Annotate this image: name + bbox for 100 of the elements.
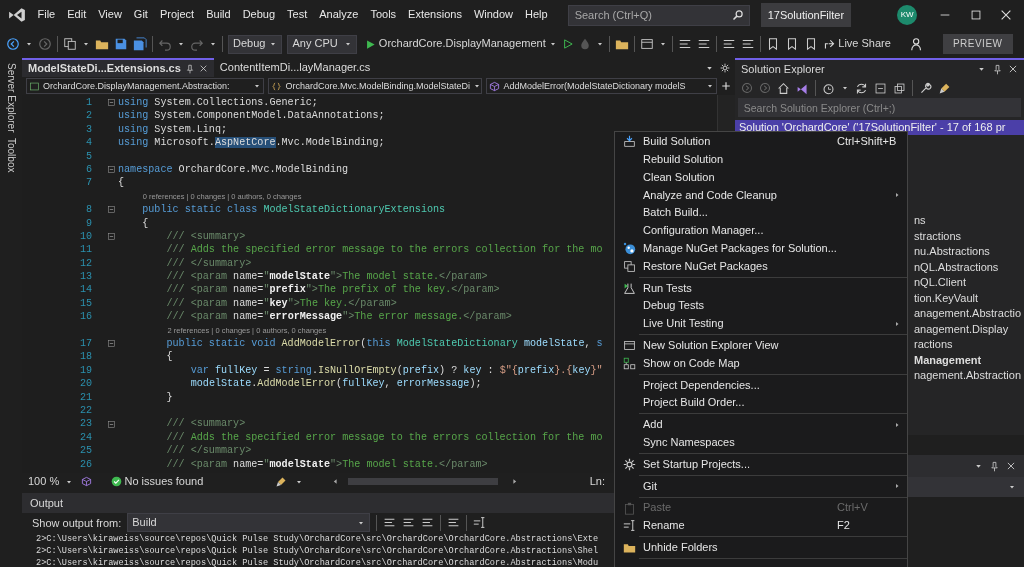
collapse-icon[interactable] (874, 81, 887, 95)
menu-item[interactable]: Build Solution Ctrl+Shift+B (615, 133, 907, 151)
menu-item[interactable]: Rename F2 (615, 516, 907, 535)
collapse-icon[interactable] (107, 205, 116, 215)
menu-item[interactable]: Edit (61, 6, 93, 24)
undo-icon[interactable] (158, 37, 172, 51)
menu-item[interactable]: Analyze (313, 6, 365, 24)
collapse-icon[interactable] (107, 98, 116, 108)
menu-item[interactable]: Project Build Order... (615, 394, 907, 412)
maximize-icon[interactable] (968, 8, 983, 22)
editor-tab[interactable]: ContentItemDi...layManager.cs (213, 58, 377, 77)
navigation-dropdown[interactable]: OrchardCore.DisplayManagement.Abstraction: (26, 78, 265, 94)
menu-item[interactable]: Git (127, 6, 154, 24)
tree-item[interactable]: nu.Abstractions (914, 245, 990, 257)
pin-icon[interactable] (991, 63, 1003, 75)
side-tab[interactable]: Toolbox (3, 135, 19, 176)
menu-item[interactable]: Unhide Folders (615, 538, 907, 557)
lines-icon[interactable] (721, 37, 736, 51)
search-field[interactable]: Search (Ctrl+Q) (567, 4, 750, 26)
pin-icon[interactable] (989, 460, 1000, 472)
search-icon[interactable] (731, 8, 744, 21)
issues-status[interactable]: No issues found (124, 473, 204, 490)
pin-icon[interactable] (184, 63, 195, 74)
tree-item[interactable]: tion.KeyVault (914, 291, 978, 304)
collapse-icon[interactable] (107, 419, 116, 429)
stacked-pages-icon[interactable] (63, 37, 77, 51)
split-icon[interactable] (721, 81, 731, 91)
configuration-dropdown[interactable]: Debug (228, 34, 283, 54)
redo-icon[interactable] (190, 37, 204, 51)
menu-item[interactable]: Set Startup Projects... (615, 455, 907, 474)
tree-item[interactable]: nQL.Client (914, 276, 966, 288)
menu-item[interactable]: Show on Code Map (615, 354, 907, 373)
home-icon[interactable] (777, 81, 790, 95)
lines-icon[interactable] (740, 37, 755, 51)
menu-item[interactable]: Clean Solution (615, 168, 907, 187)
clock-icon[interactable] (822, 81, 835, 95)
menu-item[interactable]: Help (519, 6, 554, 24)
tree-item[interactable]: Management (914, 353, 982, 366)
save-all-icon[interactable] (133, 37, 147, 51)
menu-item[interactable]: Sync Namespaces (615, 433, 907, 452)
window-icon[interactable] (639, 37, 654, 51)
menu-item[interactable]: Analyze and Code Cleanup (615, 186, 907, 205)
lines-icon[interactable] (677, 37, 692, 51)
menu-item[interactable]: Batch Build... (615, 204, 907, 222)
menu-item[interactable]: Manage NuGet Packages for Solution... (615, 239, 907, 258)
lines-icon[interactable] (696, 37, 711, 51)
close-icon[interactable] (198, 64, 208, 73)
search-field[interactable]: Search Solution Explorer (Ctrl+;) (737, 98, 1022, 117)
navigation-dropdown[interactable]: OrchardCore.Mvc.ModelBinding.ModelStateDi (268, 78, 483, 94)
sync-icon[interactable] (855, 81, 868, 95)
menu-item[interactable]: View (92, 6, 128, 24)
tree-item[interactable]: ractions (914, 338, 953, 350)
collapse-icon[interactable] (107, 339, 116, 349)
zoom-dropdown[interactable]: 100 % (28, 474, 73, 489)
start-button[interactable]: OrchardCore.DisplayManagement (365, 37, 557, 51)
preview-button[interactable]: PREVIEW (942, 34, 1013, 54)
avatar[interactable]: KW (897, 5, 918, 25)
menu-item[interactable]: Project (153, 6, 201, 24)
menu-item[interactable]: New Solution Explorer View (615, 336, 907, 355)
wrench-icon[interactable] (919, 81, 932, 95)
menu-item[interactable]: Project Dependencies... (615, 376, 907, 395)
person-icon[interactable] (909, 37, 924, 51)
menu-item[interactable]: Test (281, 6, 314, 24)
forward-icon[interactable] (759, 82, 771, 94)
tree-item[interactable]: nQL.Abstractions (914, 260, 999, 273)
tree-item[interactable]: anagement.Display (914, 322, 1009, 335)
settings-icon[interactable] (719, 62, 730, 73)
close-icon[interactable] (1006, 461, 1016, 471)
tree-item[interactable]: stractions (914, 229, 962, 242)
menu-item[interactable]: Extensions (402, 6, 468, 24)
scrollbar[interactable] (348, 478, 499, 485)
collapse-icon[interactable] (107, 232, 116, 242)
side-tab[interactable]: Server Explorer (3, 60, 19, 136)
editor-tab[interactable]: ModelStateDi...Extensions.cs (22, 58, 214, 77)
navigation-dropdown[interactable]: AddModelError(ModelStateDictionary modelS (486, 78, 717, 94)
menu-item[interactable]: Git (615, 477, 907, 496)
forward-icon[interactable] (38, 37, 52, 51)
menu-item[interactable]: Debug Tests (615, 297, 907, 315)
save-icon[interactable] (114, 37, 128, 51)
menu-item[interactable]: Rebuild Solution (615, 150, 907, 169)
output-source-dropdown[interactable]: Build (127, 513, 371, 533)
copy-icon[interactable] (893, 81, 906, 95)
menu-item[interactable]: File (31, 6, 62, 24)
menu-item[interactable]: Debug (236, 6, 282, 24)
live-share-button[interactable]: Live Share (822, 37, 891, 51)
menu-item[interactable]: Configuration Manager... (615, 222, 907, 240)
collapse-icon[interactable] (107, 165, 116, 175)
menu-item[interactable]: Restore NuGet Packages (615, 257, 907, 276)
menu-item[interactable]: Window (467, 6, 519, 24)
close-icon[interactable] (1008, 64, 1018, 74)
menu-item[interactable]: Add (615, 415, 907, 434)
tree-item[interactable]: anagement.Abstractio (914, 307, 1021, 319)
play-outline-icon[interactable] (561, 38, 574, 50)
platform-dropdown[interactable]: Any CPU (287, 34, 358, 54)
caret-icon[interactable] (1008, 483, 1016, 491)
tree-item[interactable]: ns (914, 214, 926, 226)
tree-item[interactable]: nagement.Abstraction (914, 369, 1021, 381)
menu-item[interactable]: Live Unit Testing (615, 314, 907, 333)
menu-item[interactable]: Tools (364, 6, 403, 24)
menu-item[interactable]: Build (200, 6, 237, 24)
